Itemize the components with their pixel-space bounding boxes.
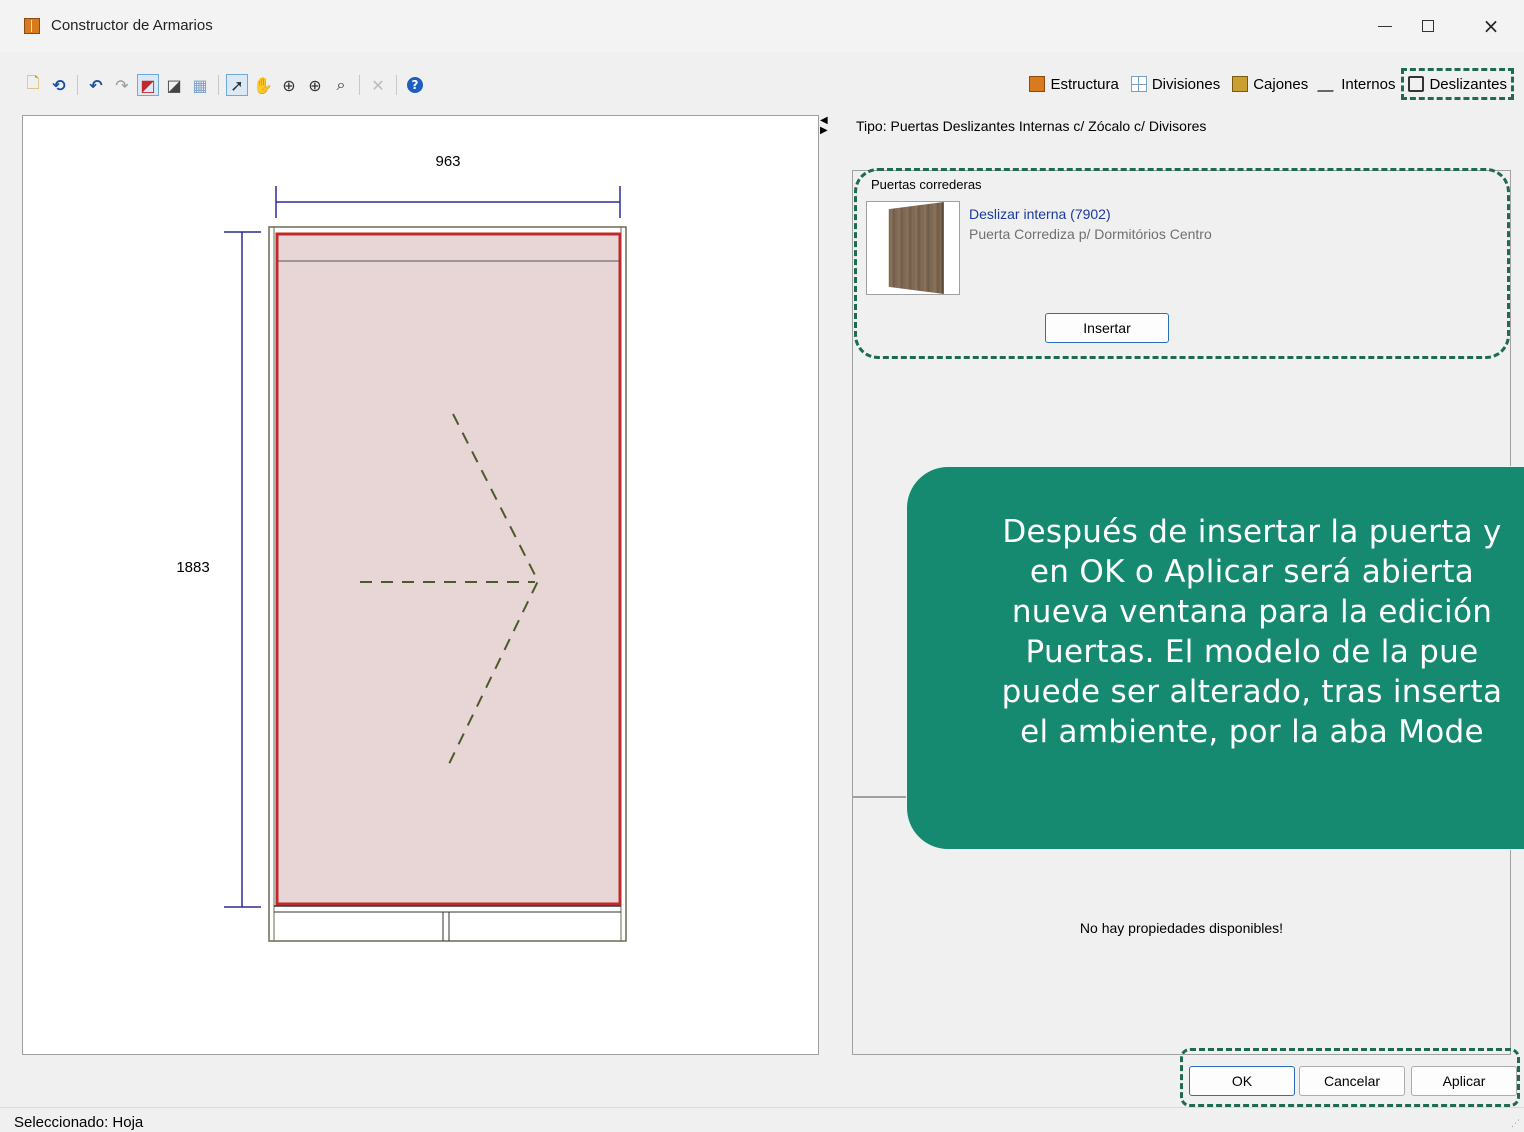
callout-line: Puertas. El modelo de la pue — [1025, 634, 1479, 670]
callout-line: en OK o Aplicar será abierta — [1029, 554, 1475, 590]
toolbar-separator — [359, 75, 360, 95]
tab-label: Estructura — [1050, 75, 1119, 93]
maximize-icon — [1422, 20, 1434, 32]
type-label: Tipo: Puertas Deslizantes Internas c/ Zó… — [856, 118, 1207, 134]
status-bar: Seleccionado: Hoja ⋰ — [0, 1107, 1524, 1132]
panel-collapse-toggle[interactable]: ◀ ▶ — [820, 116, 828, 136]
internals-icon — [1317, 76, 1340, 92]
zoom-in-icon[interactable]: ⊕ — [304, 74, 326, 96]
tab-label: Divisiones — [1151, 75, 1221, 93]
zoom-fit-icon[interactable]: ⌕ — [330, 74, 352, 96]
callout-text: Después de insertar la puerta y en OK o … — [922, 512, 1524, 752]
zoom-window-icon[interactable]: ⊕ — [278, 74, 300, 96]
wardrobe-icon — [24, 18, 40, 34]
arrow-right-icon: ▶ — [820, 125, 828, 136]
sliding-door-panel[interactable] — [275, 232, 622, 906]
drawing-canvas[interactable]: 963 1883 — [22, 115, 819, 1055]
tab-label: Cajones — [1253, 75, 1309, 93]
height-dim-label: 1883 — [176, 559, 209, 576]
tab-divisiones[interactable]: Divisiones — [1125, 71, 1226, 97]
drawers-icon — [1232, 76, 1249, 92]
title-bar: Constructor de Armarios × — [0, 0, 1524, 52]
width-dim-label: 963 — [435, 153, 460, 170]
resize-grip-icon[interactable]: ⋰ — [1511, 1118, 1520, 1129]
toolbar-separator — [396, 75, 397, 95]
callout-line: Después de insertar la puerta y — [1002, 514, 1502, 550]
delete-icon[interactable]: ✕ — [367, 74, 389, 96]
undo-icon[interactable]: ↶ — [85, 74, 107, 96]
pan-hand-icon[interactable]: ✋ — [252, 74, 274, 96]
tab-label: Internos — [1341, 75, 1396, 93]
highlight-frame — [854, 168, 1510, 359]
toolbar-separator — [218, 75, 219, 95]
maximize-button[interactable] — [1405, 10, 1451, 42]
toolbar: 🗋 ⟲ ↶ ↷ ◩ ◪ ▦ ➚ ✋ ⊕ ⊕ ⌕ ✕ ? — [22, 70, 426, 100]
callout-line: nueva ventana para la edición — [1011, 594, 1493, 630]
tab-estructura[interactable]: Estructura — [1023, 71, 1124, 97]
help-icon[interactable]: ? — [404, 74, 426, 96]
minimize-button[interactable] — [1362, 10, 1408, 42]
tab-internos[interactable]: Internos — [1314, 71, 1401, 97]
minimize-icon — [1378, 25, 1392, 27]
mirror-icon[interactable]: ◪ — [163, 74, 185, 96]
sliding-doors-icon — [1408, 76, 1425, 92]
grid-icon[interactable]: ▦ — [189, 74, 211, 96]
status-text: Seleccionado: Hoja — [14, 1114, 144, 1131]
draw-edge-icon[interactable]: ◩ — [137, 74, 159, 96]
structure-icon — [1029, 76, 1046, 92]
tab-label: Deslizantes — [1429, 75, 1507, 93]
new-icon[interactable]: 🗋 — [22, 73, 44, 96]
close-button[interactable]: × — [1468, 10, 1514, 42]
window-title: Constructor de Armarios — [51, 17, 213, 34]
divisions-icon — [1130, 76, 1147, 92]
toolbar-separator — [77, 75, 78, 95]
no-properties-text: No hay propiedades disponibles! — [1079, 920, 1284, 936]
select-pointer-icon[interactable]: ➚ — [226, 74, 248, 96]
callout-line: puede ser alterado, tras inserta — [1001, 674, 1503, 710]
wardrobe-drawing: 963 1883 — [176, 153, 627, 942]
highlight-frame — [1180, 1048, 1520, 1107]
tab-strip: Estructura Divisiones Cajones Internos D… — [1023, 68, 1514, 100]
close-icon: × — [1482, 14, 1500, 38]
redo-icon[interactable]: ↷ — [111, 74, 133, 96]
reset-icon[interactable]: ⟲ — [48, 74, 70, 96]
tab-deslizantes[interactable]: Deslizantes — [1401, 68, 1514, 100]
callout-line: el ambiente, por la aba Mode — [1020, 714, 1484, 750]
tab-cajones[interactable]: Cajones — [1226, 71, 1314, 97]
